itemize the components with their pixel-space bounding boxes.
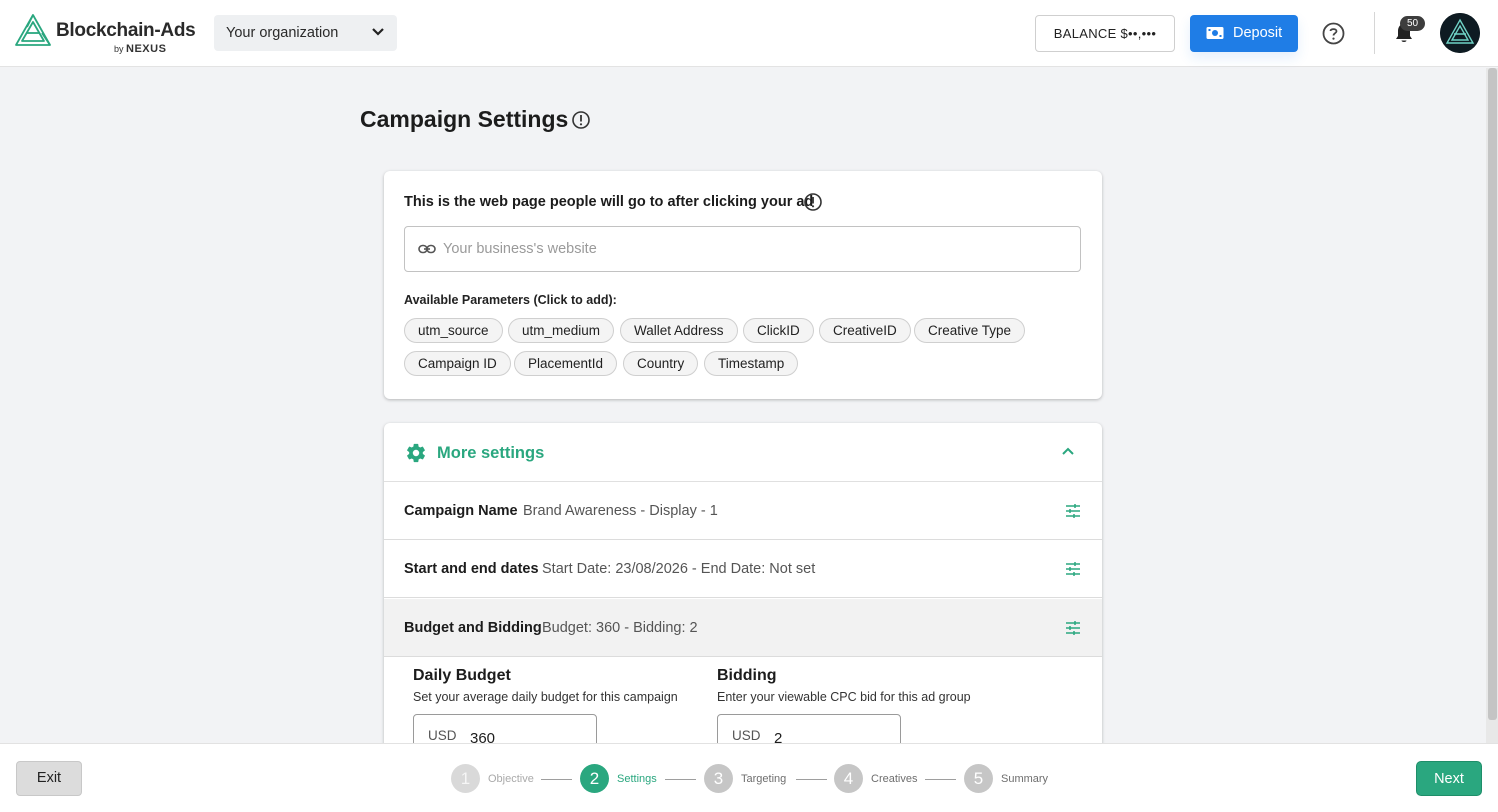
step-label: Objective bbox=[488, 773, 534, 785]
logo-text: Blockchain-Ads bbox=[56, 20, 196, 41]
page-title: Campaign Settings bbox=[360, 106, 569, 132]
bidding-title: Bidding bbox=[717, 667, 777, 684]
step-label: Summary bbox=[1001, 773, 1049, 785]
step-label: Settings bbox=[617, 773, 657, 785]
param-chip-utm-medium[interactable]: utm_medium bbox=[508, 318, 615, 343]
tune-icon[interactable] bbox=[1066, 562, 1080, 576]
bidding-description: Enter your viewable CPC bid for this ad … bbox=[717, 690, 971, 704]
settings-row-value: Budget: 360 - Bidding: 2 bbox=[542, 620, 698, 636]
step-number: 3 bbox=[704, 764, 733, 793]
step-number: 4 bbox=[834, 764, 863, 793]
link-icon bbox=[418, 244, 436, 254]
currency-label: USD bbox=[732, 728, 761, 743]
user-avatar[interactable] bbox=[1440, 13, 1480, 53]
step-connector bbox=[541, 779, 572, 780]
step-label: Targeting bbox=[741, 773, 787, 785]
daily-budget-description: Set your average daily budget for this c… bbox=[413, 690, 678, 704]
step-number: 5 bbox=[964, 764, 993, 793]
settings-row-budget-bidding[interactable]: Budget and Bidding Budget: 360 - Bidding… bbox=[384, 599, 1102, 657]
more-settings-label: More settings bbox=[437, 444, 545, 462]
step-connector bbox=[665, 779, 696, 780]
header-divider bbox=[1374, 12, 1375, 54]
settings-row-label: Campaign Name bbox=[404, 503, 518, 519]
deposit-label: Deposit bbox=[1233, 25, 1283, 41]
step-connector bbox=[925, 779, 956, 780]
organization-select-value: Your organization bbox=[226, 25, 339, 41]
chevron-up-icon bbox=[1062, 447, 1074, 455]
param-chip-creative-type[interactable]: Creative Type bbox=[914, 318, 1026, 343]
available-parameters-label: Available Parameters (Click to add): bbox=[404, 293, 617, 307]
deposit-button[interactable]: Deposit bbox=[1190, 15, 1298, 52]
top-header: Blockchain-Ads by NEXUS Your organizatio… bbox=[0, 0, 1498, 67]
step-connector bbox=[796, 779, 827, 780]
param-chip-clickid[interactable]: ClickID bbox=[743, 318, 814, 343]
more-settings-toggle[interactable]: More settings bbox=[384, 423, 1102, 482]
logo-subtitle: by NEXUS bbox=[114, 43, 166, 55]
settings-row-campaign-name[interactable]: Campaign Name Brand Awareness - Display … bbox=[384, 482, 1102, 540]
currency-label: USD bbox=[428, 728, 457, 743]
more-settings-card: More settings Campaign Name Brand Awaren… bbox=[384, 423, 1102, 753]
tune-icon[interactable] bbox=[1066, 504, 1080, 518]
param-chip-timestamp[interactable]: Timestamp bbox=[704, 351, 799, 376]
settings-row-label: Start and end dates bbox=[404, 561, 539, 577]
organization-select[interactable]: Your organization bbox=[214, 15, 397, 51]
step-label: Creatives bbox=[871, 773, 918, 785]
notifications-count-badge: 50 bbox=[1400, 16, 1425, 31]
settings-row-value: Start Date: 23/08/2026 - End Date: Not s… bbox=[542, 561, 816, 577]
settings-row-dates[interactable]: Start and end dates Start Date: 23/08/20… bbox=[384, 540, 1102, 598]
gear-icon bbox=[407, 443, 425, 463]
website-url-field[interactable] bbox=[404, 226, 1081, 272]
info-icon[interactable] bbox=[571, 110, 591, 130]
param-chip-country[interactable]: Country bbox=[623, 351, 699, 376]
chevron-down-icon bbox=[372, 28, 384, 36]
step-number: 1 bbox=[451, 764, 480, 793]
next-button[interactable]: Next bbox=[1416, 761, 1482, 796]
blockchain-ads-logo-icon bbox=[15, 14, 51, 46]
param-chip-wallet-address[interactable]: Wallet Address bbox=[620, 318, 738, 343]
daily-budget-title: Daily Budget bbox=[413, 667, 511, 684]
param-chip-utm-source[interactable]: utm_source bbox=[404, 318, 503, 343]
website-url-input[interactable] bbox=[443, 227, 1063, 271]
param-chip-campaign-id[interactable]: Campaign ID bbox=[404, 351, 511, 376]
step-number: 2 bbox=[580, 764, 609, 793]
balance-button[interactable]: BALANCE $••,••• bbox=[1035, 15, 1175, 52]
info-icon[interactable] bbox=[803, 192, 823, 212]
cash-icon bbox=[1206, 27, 1224, 39]
brand-logo[interactable]: Blockchain-Ads by NEXUS bbox=[14, 13, 196, 59]
destination-url-label: This is the web page people will go to a… bbox=[404, 194, 814, 210]
wizard-footer: Exit 1 Objective 2 Settings 3 Targeting … bbox=[0, 743, 1498, 812]
logo-sub-by: by bbox=[114, 44, 124, 54]
tune-icon[interactable] bbox=[1066, 621, 1080, 635]
logo-sub-brand: NEXUS bbox=[126, 43, 167, 55]
page-scrollbar-thumb[interactable] bbox=[1488, 68, 1497, 720]
param-chip-placementid[interactable]: PlacementId bbox=[514, 351, 618, 376]
param-chip-creativeid[interactable]: CreativeID bbox=[819, 318, 911, 343]
destination-url-card: This is the web page people will go to a… bbox=[384, 171, 1102, 399]
settings-row-value: Brand Awareness - Display - 1 bbox=[523, 503, 718, 519]
exit-button[interactable]: Exit bbox=[16, 761, 82, 796]
avatar-logo-icon bbox=[1440, 13, 1480, 53]
help-icon[interactable] bbox=[1322, 22, 1345, 45]
settings-row-label: Budget and Bidding bbox=[404, 620, 542, 636]
